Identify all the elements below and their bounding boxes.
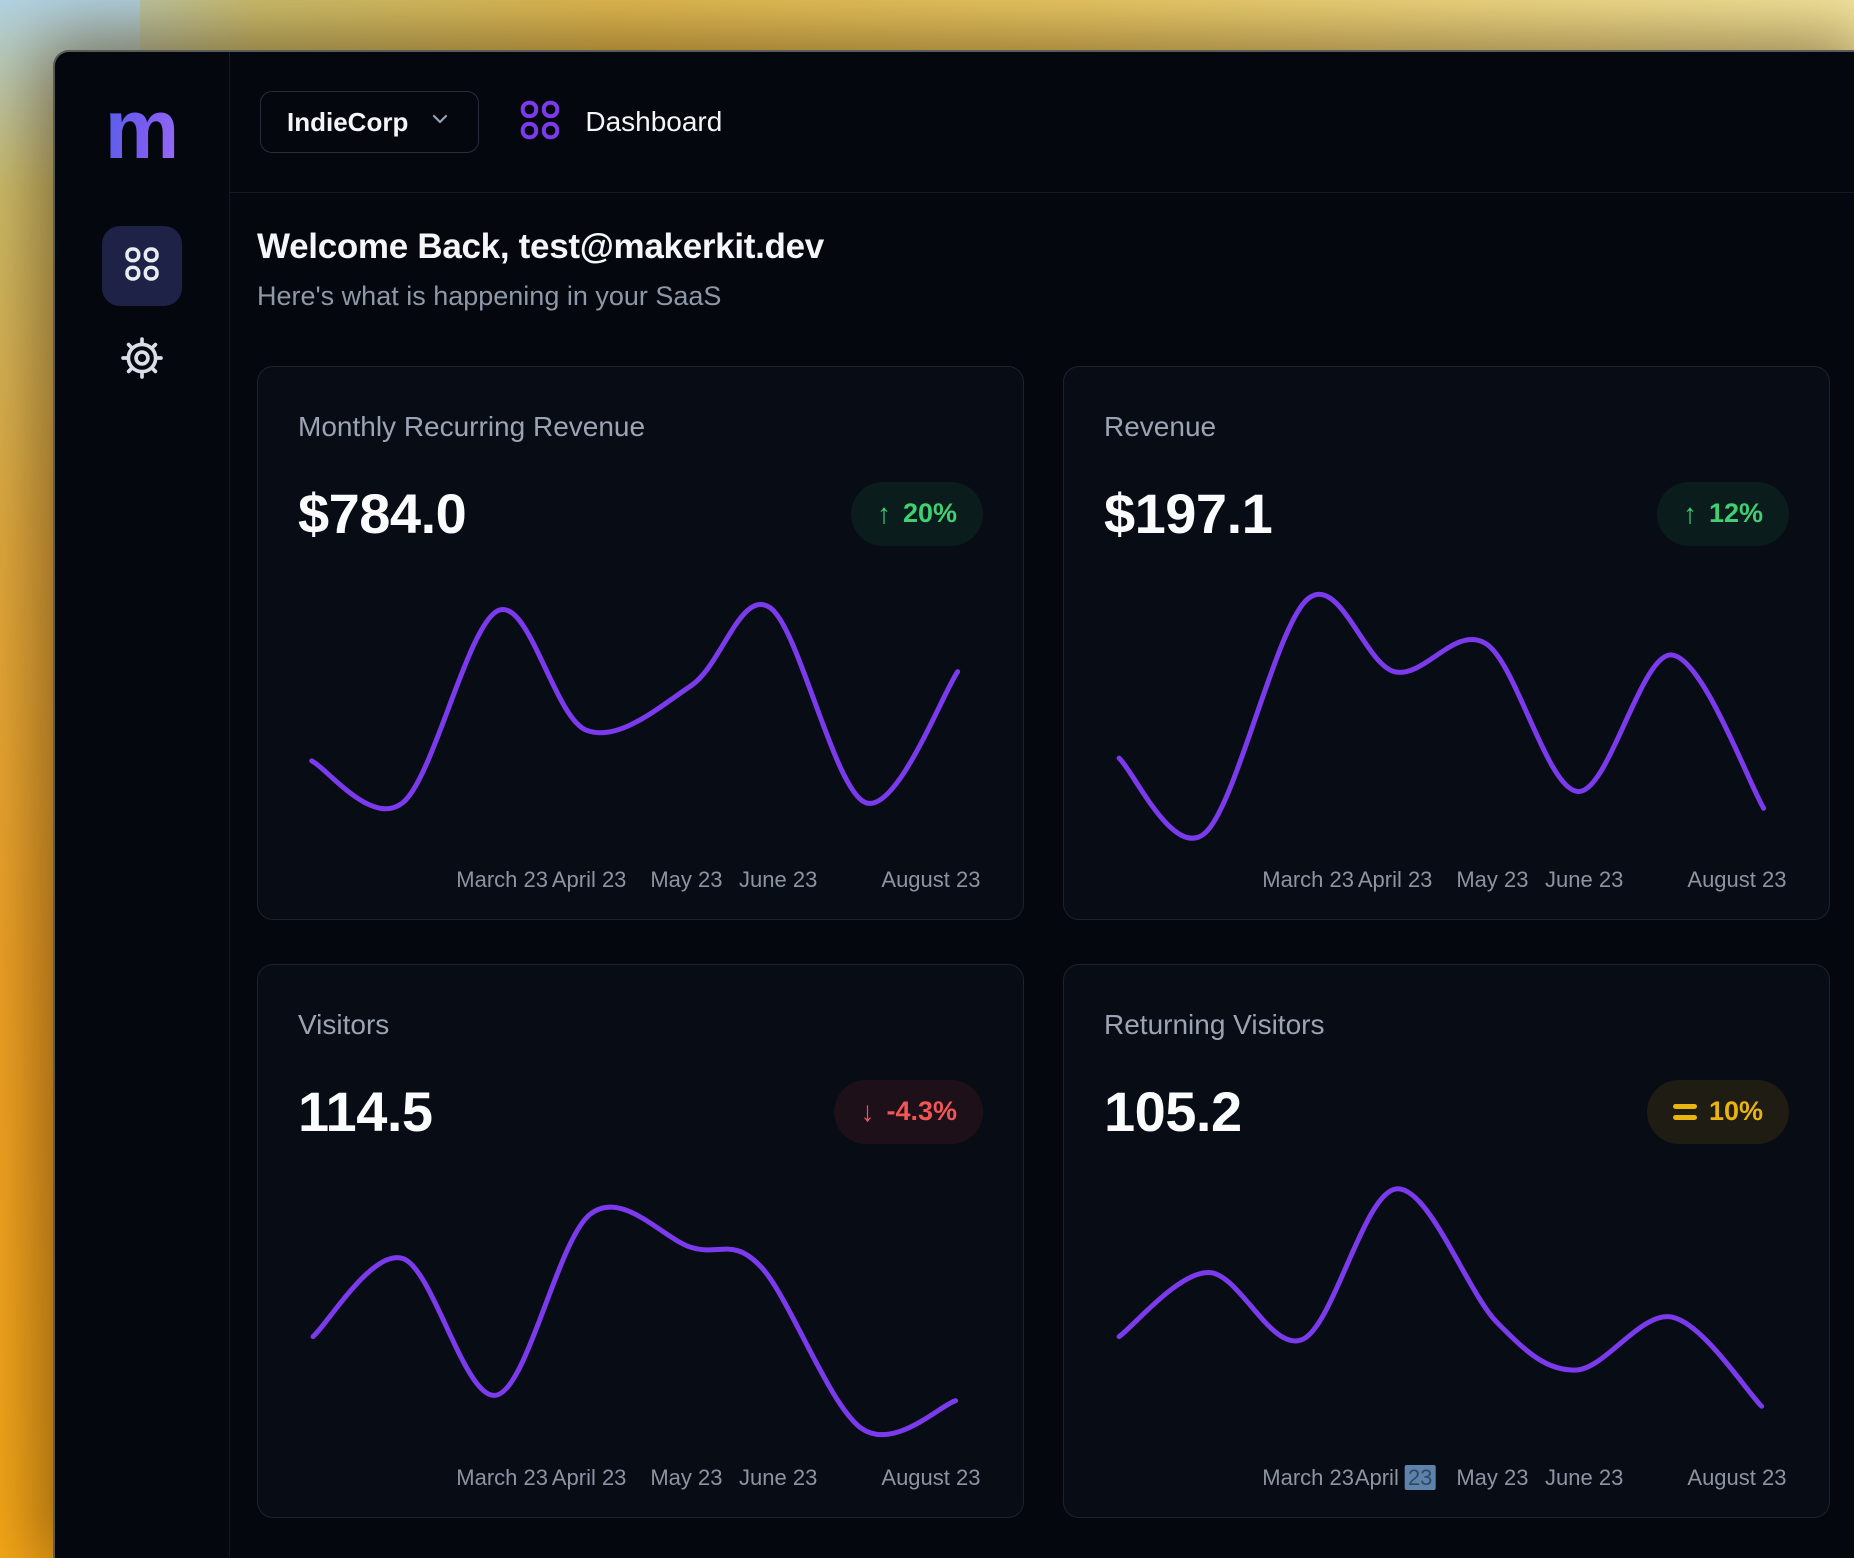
grid-icon bbox=[517, 97, 563, 148]
logo-box[interactable]: m bbox=[105, 52, 180, 192]
selection-highlight: 23 bbox=[1405, 1465, 1435, 1490]
value-row: 114.5 ↓ -4.3% bbox=[298, 1079, 983, 1144]
card-value: 114.5 bbox=[298, 1079, 433, 1144]
x-axis-label: April 23 bbox=[1358, 867, 1433, 893]
card-value: $197.1 bbox=[1104, 481, 1272, 546]
trend-label: 10% bbox=[1709, 1096, 1763, 1127]
welcome-subtitle: Here's what is happening in your SaaS bbox=[257, 281, 1854, 312]
sidebar-item-settings[interactable] bbox=[102, 332, 182, 388]
line-chart bbox=[298, 1160, 983, 1463]
card-title: Monthly Recurring Revenue bbox=[298, 411, 983, 443]
value-row: $197.1 ↑ 12% bbox=[1104, 481, 1789, 546]
x-axis-label: August 23 bbox=[881, 1465, 980, 1491]
card-title: Visitors bbox=[298, 1009, 983, 1041]
x-axis-labels: March 23April 23 May 23 June 23 August 23 bbox=[1104, 1465, 1789, 1495]
line-chart bbox=[1104, 562, 1789, 865]
page-title-group[interactable]: Dashboard bbox=[517, 97, 722, 148]
trend-label: 20% bbox=[903, 498, 957, 529]
x-axis-label: April 23 bbox=[552, 1465, 627, 1491]
arrow-up-icon: ↑ bbox=[1683, 500, 1697, 528]
x-axis-labels: March 23April 23 May 23 June 23 August 23 bbox=[298, 867, 983, 897]
x-axis-label: May 23 bbox=[1456, 1465, 1528, 1491]
header: IndieCorp Dashboard bbox=[230, 52, 1854, 193]
value-row: 105.2 10% bbox=[1104, 1079, 1789, 1144]
content-column: IndieCorp Dashboard bbox=[230, 52, 1854, 1558]
x-axis-label: June 23 bbox=[1545, 867, 1623, 893]
card-title: Returning Visitors bbox=[1104, 1009, 1789, 1041]
line-chart bbox=[298, 562, 983, 865]
stat-card: Revenue $197.1 ↑ 12% March 23April 23 May… bbox=[1063, 366, 1830, 920]
sidebar: m bbox=[55, 52, 230, 1558]
line-chart bbox=[1104, 1160, 1789, 1463]
chart-line bbox=[1119, 594, 1764, 838]
value-row: $784.0 ↑ 20% bbox=[298, 481, 983, 546]
trend-label: -4.3% bbox=[886, 1096, 957, 1127]
arrow-down-icon: ↓ bbox=[860, 1098, 874, 1126]
x-axis-label: March 23 bbox=[456, 1465, 548, 1491]
stats-grid: Monthly Recurring Revenue $784.0 ↑ 20% M… bbox=[257, 366, 1854, 1518]
chevron-down-icon bbox=[428, 107, 452, 138]
x-axis-label: June 23 bbox=[739, 867, 817, 893]
chart-line bbox=[313, 1207, 956, 1435]
chart-line bbox=[1119, 1189, 1762, 1406]
x-axis-label: March 23 bbox=[456, 867, 548, 893]
card-value: 105.2 bbox=[1104, 1079, 1242, 1144]
page-title: Dashboard bbox=[585, 106, 722, 138]
team-selector-label: IndieCorp bbox=[287, 107, 408, 138]
trend-label: 12% bbox=[1709, 498, 1763, 529]
x-axis-labels: March 23April 23 May 23 June 23 August 23 bbox=[298, 1465, 983, 1495]
main: Welcome Back, test@makerkit.dev Here's w… bbox=[230, 193, 1854, 1558]
x-axis-label: June 23 bbox=[1545, 1465, 1623, 1491]
stat-card: Monthly Recurring Revenue $784.0 ↑ 20% M… bbox=[257, 366, 1024, 920]
trend-badge: ↓ -4.3% bbox=[834, 1080, 983, 1144]
card-title: Revenue bbox=[1104, 411, 1789, 443]
x-axis-label: April 23 bbox=[552, 867, 627, 893]
arrow-up-icon: ↑ bbox=[877, 500, 891, 528]
makerkit-logo: m bbox=[105, 87, 180, 171]
x-axis-label: August 23 bbox=[1687, 1465, 1786, 1491]
trend-badge: ↑ 12% bbox=[1657, 482, 1789, 546]
grid-icon bbox=[122, 244, 162, 289]
x-axis-label: August 23 bbox=[1687, 867, 1786, 893]
sidebar-item-dashboard[interactable] bbox=[102, 226, 182, 306]
team-selector-button[interactable]: IndieCorp bbox=[260, 91, 479, 153]
x-axis-label: May 23 bbox=[650, 1465, 722, 1491]
trend-badge: ↑ 20% bbox=[851, 482, 983, 546]
welcome-title: Welcome Back, test@makerkit.dev bbox=[257, 227, 1854, 267]
stat-card: Visitors 114.5 ↓ -4.3% March 23April 23M… bbox=[257, 964, 1024, 1518]
x-axis-label: March 23 bbox=[1262, 867, 1354, 893]
x-axis-label: March 23 bbox=[1262, 1465, 1354, 1491]
chart-line bbox=[312, 604, 958, 808]
equals-icon bbox=[1673, 1104, 1697, 1120]
x-axis-label: June 23 bbox=[739, 1465, 817, 1491]
x-axis-label: May 23 bbox=[650, 867, 722, 893]
x-axis-label: May 23 bbox=[1456, 867, 1528, 893]
x-axis-labels: March 23April 23 May 23 June 23 August 23 bbox=[1104, 867, 1789, 897]
gear-icon bbox=[119, 335, 165, 386]
trend-badge: 10% bbox=[1647, 1080, 1789, 1144]
card-value: $784.0 bbox=[298, 481, 466, 546]
x-axis-label: August 23 bbox=[881, 867, 980, 893]
sidebar-nav bbox=[55, 226, 229, 388]
x-axis-label: April 23 bbox=[1355, 1465, 1436, 1491]
app-window: m bbox=[53, 50, 1854, 1558]
stat-card: Returning Visitors 105.2 10% March 23Apr… bbox=[1063, 964, 1830, 1518]
